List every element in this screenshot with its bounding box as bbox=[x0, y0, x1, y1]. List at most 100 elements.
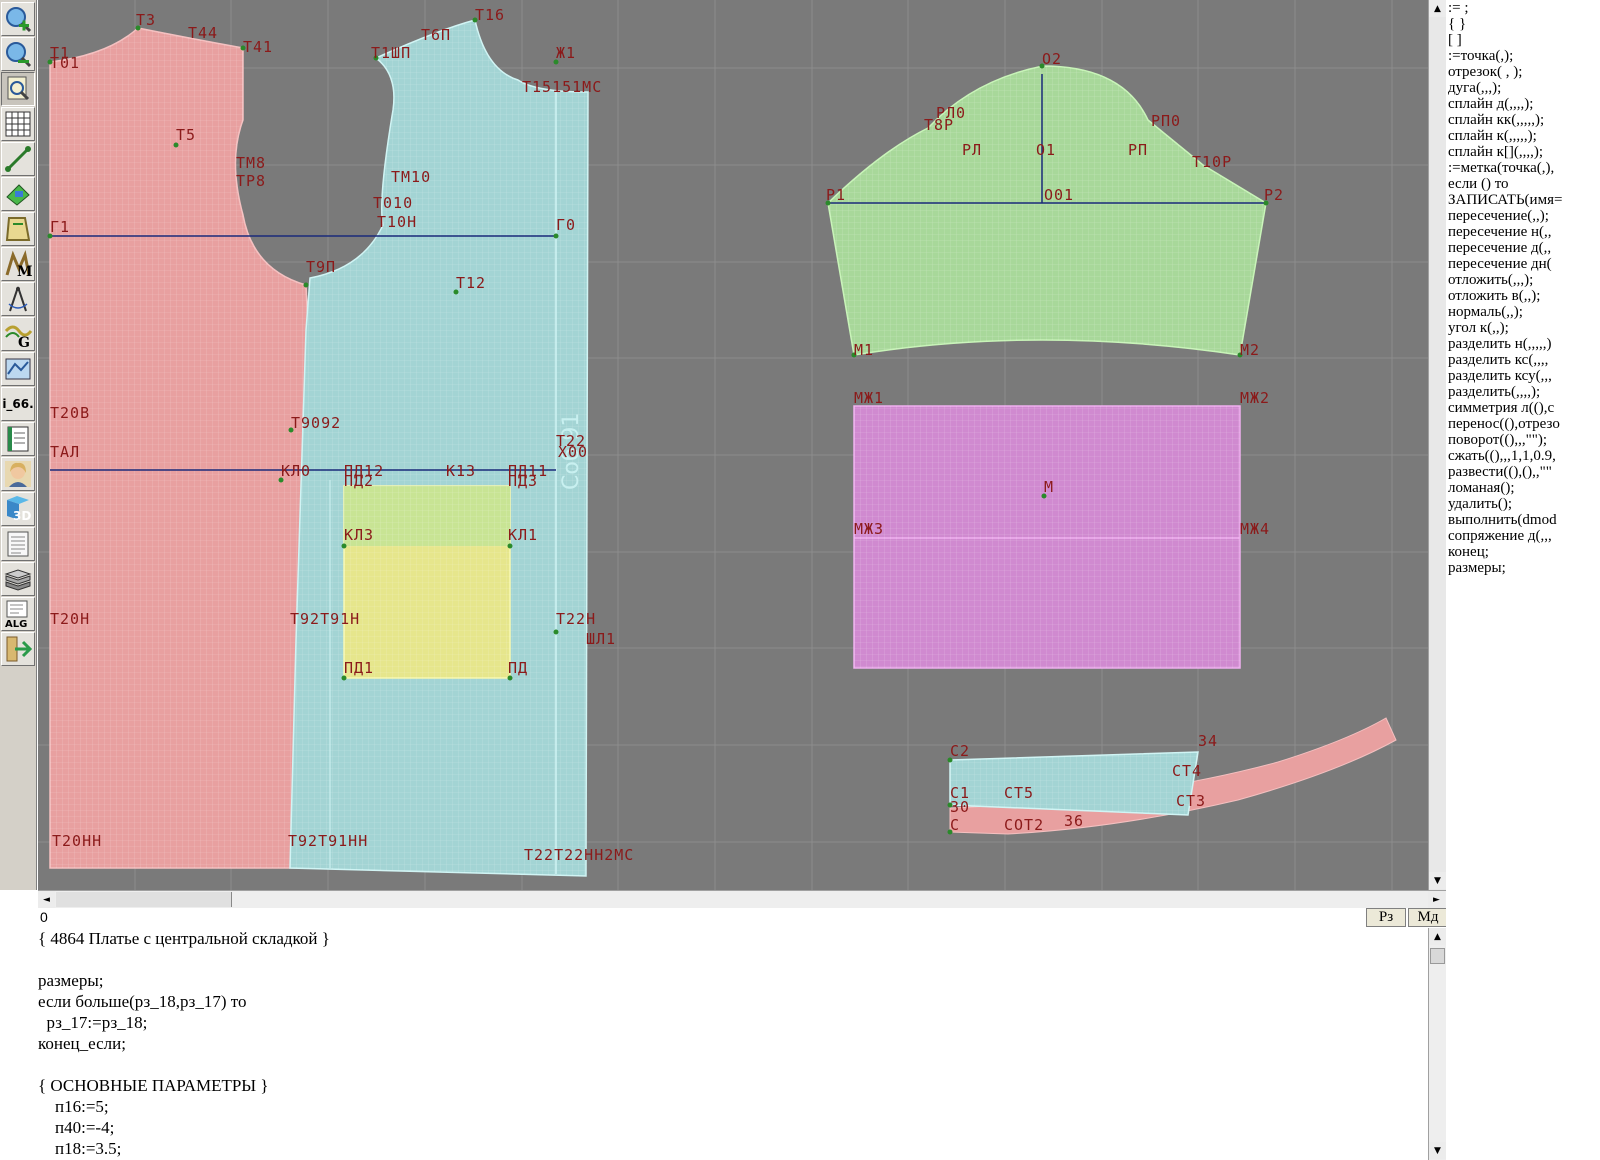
command-item[interactable]: пересечение н(,, bbox=[1446, 224, 1600, 240]
command-item[interactable]: пересечение(,,); bbox=[1446, 208, 1600, 224]
model-i66-button[interactable]: i_66. bbox=[1, 387, 35, 421]
point-label: СТ4 bbox=[1172, 762, 1202, 780]
code-line: если больше(рз_18,рз_17) то bbox=[38, 992, 247, 1011]
command-item[interactable]: нормаль(,,); bbox=[1446, 304, 1600, 320]
editor-scroll-thumb[interactable] bbox=[1430, 948, 1445, 964]
command-item[interactable]: := ; bbox=[1446, 0, 1600, 16]
pocket-piece[interactable] bbox=[343, 485, 511, 679]
point-label: Р1 bbox=[826, 186, 846, 204]
back-piece[interactable] bbox=[49, 27, 314, 869]
code-line: размеры; bbox=[38, 971, 104, 990]
code-line: п18:=3.5; bbox=[38, 1139, 122, 1158]
command-item[interactable]: симметрия л((),с bbox=[1446, 400, 1600, 416]
editor-scroll-down-arrow[interactable]: ▼ bbox=[1429, 1142, 1446, 1159]
svg-text:3D: 3D bbox=[13, 509, 31, 523]
command-item[interactable]: перенос((),отрезо bbox=[1446, 416, 1600, 432]
command-item[interactable]: выполнить(dmod bbox=[1446, 512, 1600, 528]
command-item[interactable]: ломаная(); bbox=[1446, 480, 1600, 496]
layout-button[interactable] bbox=[1, 352, 35, 386]
command-item[interactable]: :=точка(,); bbox=[1446, 48, 1600, 64]
command-item[interactable]: сплайн к[](,,,,); bbox=[1446, 144, 1600, 160]
point-label: О01 bbox=[1044, 186, 1074, 204]
model-button[interactable]: Мд bbox=[1408, 908, 1448, 927]
command-item[interactable]: угол к(,,); bbox=[1446, 320, 1600, 336]
command-item[interactable]: отложить(,,,); bbox=[1446, 272, 1600, 288]
point-label: Т8Р bbox=[924, 116, 954, 134]
command-item[interactable]: поворот((),,,""); bbox=[1446, 432, 1600, 448]
notebook-button[interactable] bbox=[1, 422, 35, 456]
person-icon bbox=[5, 461, 31, 487]
command-item[interactable]: { } bbox=[1446, 16, 1600, 32]
facing-piece[interactable] bbox=[853, 405, 1241, 669]
front-piece[interactable] bbox=[289, 19, 589, 877]
scroll-up-arrow[interactable]: ▲ bbox=[1429, 0, 1446, 17]
layout-icon bbox=[5, 358, 31, 380]
command-item[interactable]: развести((),(),,"" bbox=[1446, 464, 1600, 480]
command-item[interactable]: ЗАПИСАТЬ(имя= bbox=[1446, 192, 1600, 208]
command-item[interactable]: сплайн кк(,,,,,); bbox=[1446, 112, 1600, 128]
editor-vertical-scrollbar[interactable]: ▲ ▼ bbox=[1428, 928, 1446, 1160]
horizontal-scroll-thumb[interactable] bbox=[56, 892, 232, 907]
line-tool-button[interactable] bbox=[1, 142, 35, 176]
compass-button[interactable] bbox=[1, 282, 35, 316]
view-3d-button[interactable]: 3D bbox=[1, 492, 35, 526]
command-item[interactable]: разделить ксу(,,, bbox=[1446, 368, 1600, 384]
zoom-fit-button[interactable] bbox=[1, 72, 35, 106]
zoom-in-button[interactable] bbox=[1, 2, 35, 36]
person-button[interactable] bbox=[1, 457, 35, 491]
point-label: Т10Н bbox=[377, 213, 417, 231]
point-label: Т1ШП bbox=[371, 44, 411, 62]
command-item[interactable]: сопряжение д(,,, bbox=[1446, 528, 1600, 544]
command-item[interactable]: пересечение д(,, bbox=[1446, 240, 1600, 256]
right-blank-area bbox=[1446, 890, 1600, 1160]
books-button[interactable] bbox=[1, 562, 35, 596]
m-tool-button[interactable]: M bbox=[1, 247, 35, 281]
sleeve-piece[interactable] bbox=[827, 65, 1267, 356]
scroll-left-arrow[interactable]: ◄ bbox=[38, 891, 55, 908]
command-item[interactable]: [ ] bbox=[1446, 32, 1600, 48]
code-editor[interactable]: { 4864 Платье с центральной складкой } ра… bbox=[38, 928, 1428, 1160]
exit-icon bbox=[6, 636, 33, 662]
point-label: ТМ8 bbox=[236, 154, 266, 172]
command-item[interactable]: удалить(); bbox=[1446, 496, 1600, 512]
canvas-vertical-scrollbar[interactable]: ▲ ▼ bbox=[1428, 0, 1446, 890]
measure-button[interactable] bbox=[1, 212, 35, 246]
command-item[interactable]: сжать((),,,1,1,0.9, bbox=[1446, 448, 1600, 464]
grid-button[interactable] bbox=[1, 107, 35, 141]
command-item[interactable]: если () то bbox=[1446, 176, 1600, 192]
point-label: МЖ1 bbox=[854, 389, 884, 407]
command-item[interactable]: дуга(,,,); bbox=[1446, 80, 1600, 96]
point-label: Т20Н bbox=[50, 610, 90, 628]
sizes-button[interactable]: Рз bbox=[1366, 908, 1406, 927]
command-item[interactable]: отложить в(,,); bbox=[1446, 288, 1600, 304]
canvas-horizontal-scrollbar[interactable]: ◄ ► bbox=[38, 890, 1446, 908]
document-button[interactable] bbox=[1, 527, 35, 561]
scroll-down-arrow[interactable]: ▼ bbox=[1429, 872, 1446, 889]
pattern-drawing: Соб 91 Т3Т44Т41Т1Т01Т5ТМ8ТР8Г1Т16Т6ПТ1ШП… bbox=[38, 0, 1428, 890]
command-list[interactable]: := ;{ }[ ]:=точка(,); отрезок( , ); дуга(,… bbox=[1446, 0, 1600, 890]
point-label: ПД2 bbox=[344, 472, 374, 490]
command-item[interactable]: конец; bbox=[1446, 544, 1600, 560]
exit-button[interactable] bbox=[1, 632, 35, 666]
alg-button[interactable]: ALG bbox=[1, 597, 35, 631]
point-label: КЛ0 bbox=[281, 462, 311, 480]
command-item[interactable]: :=метка(точка(,), bbox=[1446, 160, 1600, 176]
status-value: 0 bbox=[40, 909, 48, 925]
command-item[interactable]: разделить кс(,,,, bbox=[1446, 352, 1600, 368]
command-item[interactable]: размеры; bbox=[1446, 560, 1600, 576]
g-tool-button[interactable]: G bbox=[1, 317, 35, 351]
code-line: рз_17:=рз_18; bbox=[38, 1013, 148, 1032]
command-item[interactable]: отрезок( , ); bbox=[1446, 64, 1600, 80]
command-item[interactable]: сплайн к(,,,,,); bbox=[1446, 128, 1600, 144]
fill-tool-button[interactable] bbox=[1, 177, 35, 211]
drawing-canvas[interactable]: Соб 91 Т3 Т44 Т41 Т1 Т01 Т5 ТМ8 ТР8 Г1 Т16 Т6П Т1ШП… bbox=[38, 0, 1428, 890]
scroll-right-arrow[interactable]: ► bbox=[1428, 891, 1445, 908]
command-item[interactable]: сплайн д(,,,,); bbox=[1446, 96, 1600, 112]
command-item[interactable]: разделить н(,,,,,) bbox=[1446, 336, 1600, 352]
point-label: Т15151МС bbox=[522, 78, 602, 96]
command-item[interactable]: пересечение дн( bbox=[1446, 256, 1600, 272]
zoom-out-button[interactable] bbox=[1, 37, 35, 71]
command-item[interactable]: разделить(,,,,); bbox=[1446, 384, 1600, 400]
editor-scroll-up-arrow[interactable]: ▲ bbox=[1429, 928, 1446, 945]
